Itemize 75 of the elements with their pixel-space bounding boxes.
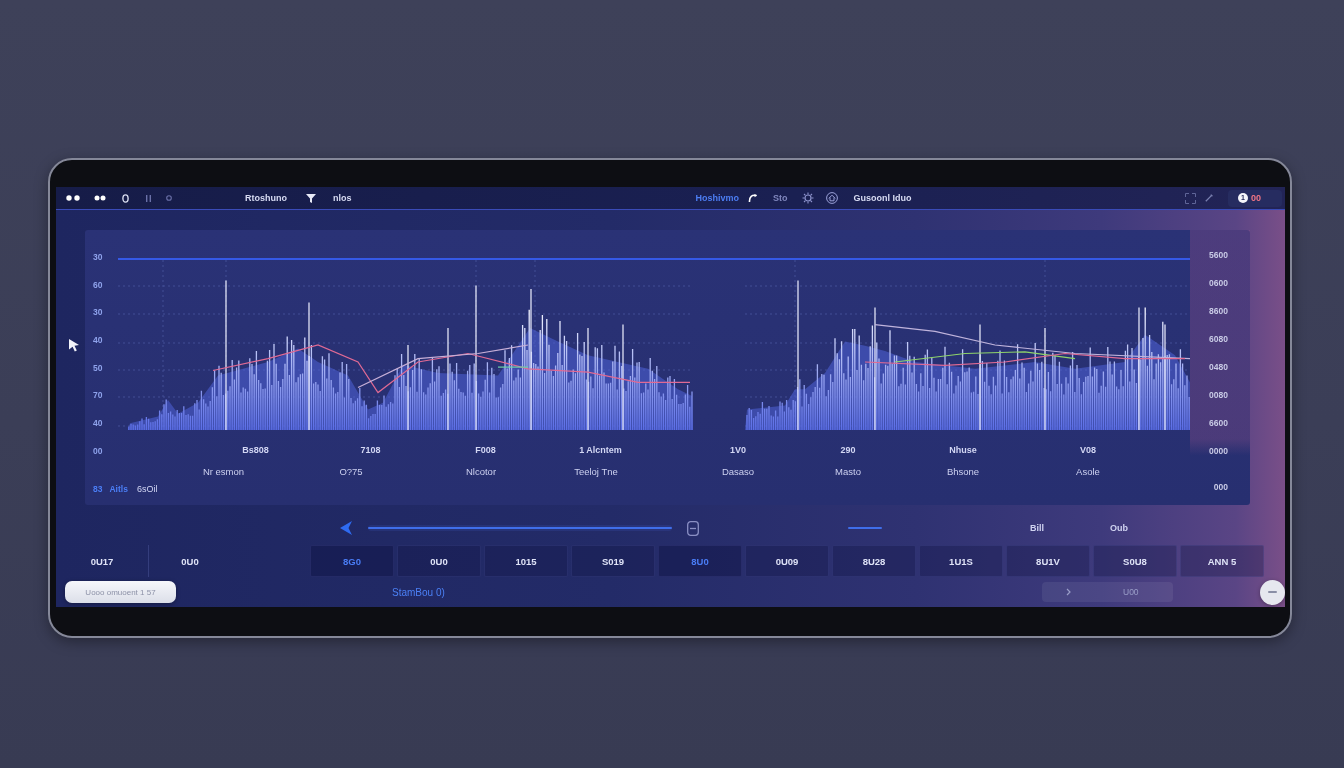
axis-label: 6080: [1209, 333, 1228, 345]
nav-label: Sto: [773, 192, 788, 204]
category-caption: Asole: [1076, 466, 1100, 478]
value-cell[interactable]: 8G0: [310, 545, 394, 577]
minus-icon: [1268, 591, 1277, 593]
x-axis-label: V08: [1080, 444, 1096, 456]
category-caption: Bhsone: [946, 466, 980, 478]
value-cell[interactable]: 1U1S: [919, 545, 1003, 577]
filter-icon[interactable]: [306, 193, 316, 203]
axis-label: 30: [93, 306, 103, 319]
x-axis-label: 290: [840, 444, 856, 456]
value-cell[interactable]: S019: [571, 545, 655, 577]
value-cell[interactable]: 8U1V: [1006, 545, 1090, 577]
x-axis-label: F008: [475, 444, 496, 456]
value-cell[interactable]: 8U0: [658, 545, 742, 577]
x-axis-label: Nhuse: [949, 444, 977, 456]
x-axis-label: 1 Alcntem: [579, 444, 622, 456]
app-title: Rtoshuno: [245, 192, 287, 204]
legend-label: Aitls: [109, 484, 128, 494]
back-arrow-icon[interactable]: [340, 521, 352, 535]
axis-label: 70: [93, 389, 103, 402]
nav-link[interactable]: Hoshivmo: [695, 192, 740, 204]
rounded-square-icon[interactable]: [687, 520, 699, 536]
status-link[interactable]: StamBou 0): [392, 586, 445, 598]
x-axis-label: Bs808: [242, 444, 269, 456]
sun-icon[interactable]: [801, 192, 814, 204]
category-caption: Masto: [835, 466, 861, 478]
value-cell[interactable]: ANN 5: [1180, 545, 1264, 577]
curved-arrow-icon[interactable]: [748, 193, 758, 203]
category-caption: O?75: [339, 466, 363, 478]
category-caption: Teeloj Tne: [574, 466, 618, 478]
axis-label: 50: [93, 361, 103, 374]
category-caption: Nr esmon: [202, 466, 245, 478]
axis-label: 40: [93, 417, 103, 430]
axis-label: 60: [93, 278, 103, 291]
axis-label: 40: [93, 334, 103, 347]
category-caption: Dasaso: [721, 466, 755, 478]
summary-cell-text: 0U0: [180, 554, 200, 569]
ring-icon[interactable]: [122, 193, 129, 203]
x-axis-label: 7108: [360, 444, 381, 456]
round-button[interactable]: [1260, 579, 1285, 605]
cursor-icon: [68, 338, 80, 352]
status-label: Oub: [1110, 523, 1128, 533]
value-cell[interactable]: 1015: [484, 545, 568, 577]
status-label: Bill: [1030, 523, 1044, 533]
axis-label: 5600: [1209, 249, 1228, 261]
notification-value: 00: [1251, 192, 1261, 204]
value-cell[interactable]: 0U0: [397, 545, 481, 577]
axis-label: 00: [93, 444, 103, 457]
dots-icon[interactable]: [66, 195, 80, 201]
axis-label: 8600: [1209, 305, 1228, 317]
value-cell[interactable]: 8U28: [832, 545, 916, 577]
axis-label: 0480: [1209, 361, 1228, 373]
chevron-icon: [1066, 588, 1071, 596]
bars-icon[interactable]: [146, 194, 151, 202]
legend-value: 6sOil: [136, 484, 158, 494]
value-cell[interactable]: S0U8: [1093, 545, 1177, 577]
section-title: Gusoonl Iduo: [853, 192, 912, 204]
category-caption: Nlcotor: [465, 466, 497, 478]
filter-label: nlos: [333, 192, 352, 204]
axis-label: 6600: [1209, 417, 1228, 429]
x-axis-label: 1V0: [730, 444, 746, 456]
expand-icon[interactable]: [1185, 192, 1196, 204]
summary-cell: 0U17: [56, 545, 149, 577]
value-cell[interactable]: 0U09: [745, 545, 829, 577]
axis-label: 0600: [1209, 277, 1228, 289]
home-icon[interactable]: [825, 192, 838, 204]
circle-icon[interactable]: [166, 195, 172, 201]
legend-key: 83: [93, 484, 103, 494]
dots-icon[interactable]: [94, 195, 106, 201]
axis-label: 30: [93, 251, 103, 263]
axis-label: 000: [1213, 481, 1228, 493]
slash-icon[interactable]: [1205, 194, 1213, 202]
axis-label: 0080: [1209, 389, 1228, 401]
axis-label: 0000: [1209, 445, 1228, 457]
